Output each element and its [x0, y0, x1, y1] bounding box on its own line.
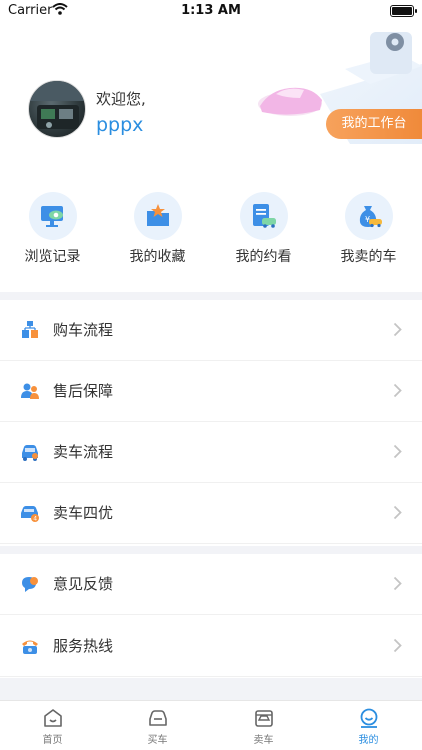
- quick-action-label: 我卖的车: [340, 249, 397, 265]
- menu-item-after-sales[interactable]: 售后保障: [0, 361, 422, 422]
- section-divider: [0, 678, 422, 700]
- buy-car-icon: [148, 710, 167, 726]
- sell-flow-icon: [20, 442, 40, 462]
- quick-action-my-sold-cars[interactable]: ¥ 我卖的车: [316, 192, 421, 266]
- hotline-icon: [20, 636, 40, 656]
- chevron-right-icon: [393, 322, 402, 337]
- chevron-right-icon: [393, 638, 402, 653]
- menu-item-sell-flow[interactable]: 卖车流程: [0, 422, 422, 483]
- clock: 1:13 AM: [181, 3, 241, 18]
- after-sales-icon: [20, 381, 40, 401]
- tab-home[interactable]: 首页: [0, 707, 105, 746]
- tab-label: 卖车: [253, 735, 274, 746]
- tab-bar: 首页 买车 卖车 我的: [0, 700, 422, 750]
- workbench-button[interactable]: 我的工作台: [326, 109, 422, 139]
- feedback-icon: [20, 574, 40, 594]
- sell-advantages-icon: 4: [20, 503, 40, 523]
- menu-item-sell-advantages[interactable]: 4 卖车四优: [0, 483, 422, 544]
- quick-action-label: 我的约看: [235, 249, 292, 265]
- tab-profile[interactable]: 我的: [316, 707, 421, 746]
- chevron-right-icon: [393, 444, 402, 459]
- quick-action-label: 我的收藏: [129, 249, 186, 265]
- menu-item-hotline[interactable]: 服务热线: [0, 616, 422, 677]
- appointments-icon: [239, 192, 288, 240]
- favorites-icon: [133, 192, 182, 240]
- svg-text:4: 4: [33, 516, 37, 523]
- section-divider: [0, 546, 422, 554]
- purchase-flow-icon: [20, 320, 40, 340]
- menu-item-feedback[interactable]: 意见反馈: [0, 554, 422, 615]
- status-bar: Carrier 1:13 AM: [0, 0, 422, 24]
- tab-sell-car[interactable]: 卖车: [211, 707, 316, 746]
- profile-icon: [360, 708, 377, 728]
- menu-item-label: 购车流程: [53, 321, 114, 339]
- profile-header: 欢迎您, pppx 我的工作台: [0, 24, 422, 184]
- my-sold-cars-icon: ¥: [344, 192, 393, 240]
- menu-item-purchase-flow[interactable]: 购车流程: [0, 300, 422, 361]
- quick-action-label: 浏览记录: [24, 249, 81, 265]
- greeting-text: 欢迎您,: [96, 90, 146, 108]
- tab-label: 我的: [358, 735, 379, 746]
- chevron-right-icon: [393, 576, 402, 591]
- browse-history-icon: [28, 192, 77, 240]
- battery-icon: [390, 5, 417, 17]
- menu-item-label: 卖车四优: [53, 504, 114, 522]
- chevron-right-icon: [393, 505, 402, 520]
- menu-item-label: 售后保障: [53, 382, 114, 400]
- chevron-right-icon: [393, 383, 402, 398]
- avatar[interactable]: [28, 80, 86, 138]
- tab-buy-car[interactable]: 买车: [105, 707, 210, 746]
- tab-label: 买车: [147, 735, 168, 746]
- sell-car-icon: [254, 710, 273, 727]
- quick-action-appointments[interactable]: 我的约看: [211, 192, 316, 266]
- menu-item-label: 卖车流程: [53, 443, 114, 461]
- username[interactable]: pppx: [96, 114, 143, 136]
- tab-label: 首页: [42, 735, 63, 746]
- menu-item-label: 服务热线: [53, 637, 114, 655]
- quick-action-favorites[interactable]: 我的收藏: [105, 192, 210, 266]
- home-icon: [43, 709, 62, 727]
- section-divider: [0, 292, 422, 300]
- quick-actions: 浏览记录 我的收藏 我的约看 ¥ 我卖的车: [0, 192, 422, 282]
- quick-action-browse-history[interactable]: 浏览记录: [0, 192, 105, 266]
- menu-item-label: 意见反馈: [53, 575, 114, 593]
